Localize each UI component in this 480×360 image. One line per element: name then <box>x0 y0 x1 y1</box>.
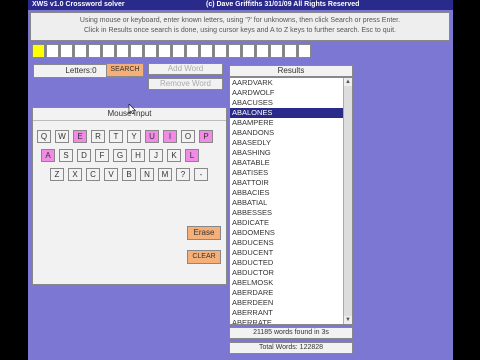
total-words-status: Total Words: 122828 <box>229 342 353 354</box>
result-item[interactable]: ABBATIAL <box>230 198 352 208</box>
letter-cell[interactable] <box>32 44 45 58</box>
key-e[interactable]: E <box>73 130 87 143</box>
scroll-down-icon[interactable]: ▼ <box>344 316 352 324</box>
remove-word-button[interactable]: Remove Word <box>148 78 223 90</box>
key-g[interactable]: G <box>113 149 127 162</box>
letter-cell[interactable] <box>200 44 213 58</box>
instructions-line-1: Using mouse or keyboard, enter known let… <box>79 17 401 24</box>
key-w[interactable]: W <box>55 130 69 143</box>
key-j[interactable]: J <box>149 149 163 162</box>
key-f[interactable]: F <box>95 149 109 162</box>
letter-cells <box>32 44 312 59</box>
result-item[interactable]: ABATISES <box>230 168 352 178</box>
key-p[interactable]: P <box>199 130 213 143</box>
result-item[interactable]: ABERRANT <box>230 308 352 318</box>
result-item[interactable]: ABAMPERE <box>230 118 352 128</box>
add-word-button[interactable]: Add Word <box>148 63 223 75</box>
result-item[interactable]: ABBESSES <box>230 208 352 218</box>
result-item[interactable]: ABASHING <box>230 148 352 158</box>
letter-cell[interactable] <box>242 44 255 58</box>
letter-cell[interactable] <box>74 44 87 58</box>
letter-cell[interactable] <box>60 44 73 58</box>
instructions-panel: Using mouse or keyboard, enter known let… <box>30 12 450 41</box>
result-item[interactable]: ABDUCENS <box>230 238 352 248</box>
key-n[interactable]: N <box>140 168 154 181</box>
result-item[interactable]: ABATTOIR <box>230 178 352 188</box>
key-x[interactable]: X <box>68 168 82 181</box>
app-window: XWS v1.0 Crossword solver (c) Dave Griff… <box>28 0 453 360</box>
mouse-cursor-icon <box>128 104 136 114</box>
key-o[interactable]: O <box>181 130 195 143</box>
key-i[interactable]: I <box>163 130 177 143</box>
letter-cell[interactable] <box>46 44 59 58</box>
letter-cell[interactable] <box>256 44 269 58</box>
result-item[interactable]: AARDWOLF <box>230 88 352 98</box>
letter-cell[interactable] <box>130 44 143 58</box>
results-scrollbar[interactable]: ▲ ▼ <box>343 78 352 324</box>
key-t[interactable]: T <box>109 130 123 143</box>
result-item[interactable]: ABATABLE <box>230 158 352 168</box>
result-item[interactable]: ABERRATE <box>230 318 352 324</box>
letter-cell[interactable] <box>214 44 227 58</box>
key-dash[interactable]: - <box>194 168 208 181</box>
result-item[interactable]: ABBACIES <box>230 188 352 198</box>
result-item[interactable]: AARDVARK <box>230 78 352 88</box>
letter-cell[interactable] <box>158 44 171 58</box>
letter-cell[interactable] <box>298 44 311 58</box>
words-found-status: 21185 words found in 3s <box>229 327 353 339</box>
result-item[interactable]: ABERDEEN <box>230 298 352 308</box>
letter-cell[interactable] <box>116 44 129 58</box>
clear-button[interactable]: CLEAR <box>187 250 221 264</box>
result-item[interactable]: ABERDARE <box>230 288 352 298</box>
key-u[interactable]: U <box>145 130 159 143</box>
result-item[interactable]: ABANDONS <box>230 128 352 138</box>
scroll-up-icon[interactable]: ▲ <box>344 78 352 86</box>
key-c[interactable]: C <box>86 168 100 181</box>
result-item[interactable]: ABDOMENS <box>230 228 352 238</box>
mouse-input-panel: Mouse Input Erase CLEAR QWERTYUIOPASDFGH… <box>32 107 227 285</box>
key-s[interactable]: S <box>59 149 73 162</box>
search-button[interactable]: SEARCH <box>106 63 144 77</box>
result-item[interactable]: ABDUCENT <box>230 248 352 258</box>
result-item[interactable]: ABDUCTOR <box>230 268 352 278</box>
copyright-text: (c) Dave Griffiths 31/01/09 All Rights R… <box>206 1 360 8</box>
results-list[interactable]: ▲ ▼ AARDVARK AARDWOLF ABACUSES ABALONES ABAM… <box>229 77 353 325</box>
key-z[interactable]: Z <box>50 168 64 181</box>
result-item[interactable]: ABDUCTED <box>230 258 352 268</box>
instructions-line-2: Click in Results once search is done, us… <box>83 27 397 34</box>
letter-cell[interactable] <box>228 44 241 58</box>
letter-cell[interactable] <box>186 44 199 58</box>
result-item[interactable]: ABACUSES <box>230 98 352 108</box>
title-bar: XWS v1.0 Crossword solver (c) Dave Griff… <box>28 0 453 10</box>
key-b[interactable]: B <box>122 168 136 181</box>
key-m[interactable]: M <box>158 168 172 181</box>
key-d[interactable]: D <box>77 149 91 162</box>
key-l[interactable]: L <box>185 149 199 162</box>
letter-cell[interactable] <box>270 44 283 58</box>
letter-cell[interactable] <box>172 44 185 58</box>
key-y[interactable]: Y <box>127 130 141 143</box>
erase-button[interactable]: Erase <box>187 226 221 240</box>
key-question[interactable]: ? <box>176 168 190 181</box>
key-a[interactable]: A <box>41 149 55 162</box>
letter-cell[interactable] <box>284 44 297 58</box>
key-r[interactable]: R <box>91 130 105 143</box>
key-k[interactable]: K <box>167 149 181 162</box>
key-v[interactable]: V <box>104 168 118 181</box>
result-item[interactable]: ABALONES <box>230 108 352 118</box>
letter-cell[interactable] <box>144 44 157 58</box>
result-item[interactable]: ABELMOSK <box>230 278 352 288</box>
letter-cell[interactable] <box>102 44 115 58</box>
result-item[interactable]: ABASEDLY <box>230 138 352 148</box>
results-header: Results <box>229 65 353 77</box>
letter-cell[interactable] <box>88 44 101 58</box>
app-title: XWS v1.0 Crossword solver <box>32 1 125 8</box>
key-h[interactable]: H <box>131 149 145 162</box>
key-q[interactable]: Q <box>37 130 51 143</box>
result-item[interactable]: ABDICATE <box>230 218 352 228</box>
